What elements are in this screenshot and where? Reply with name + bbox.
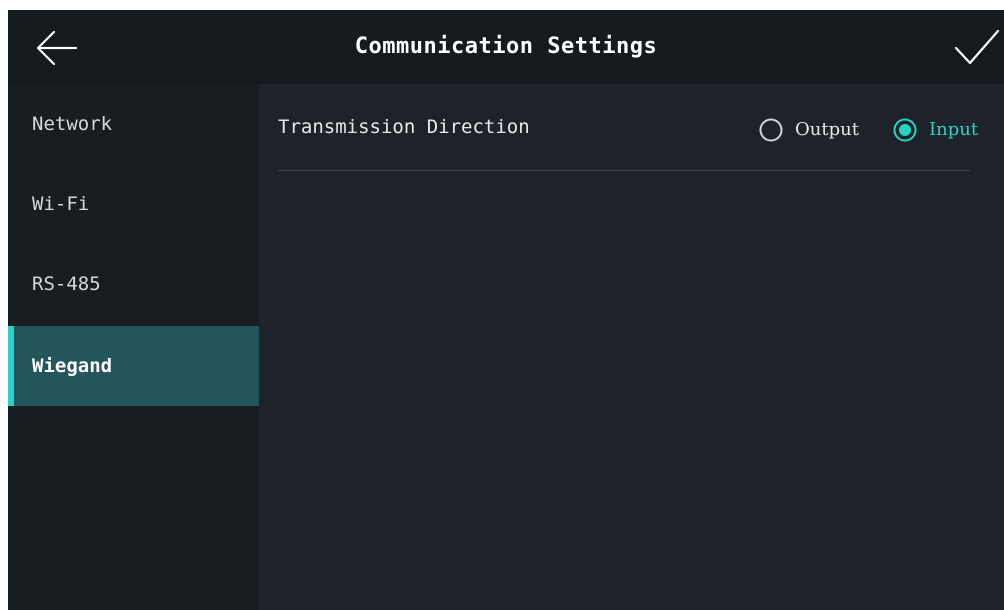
- output-radio-option[interactable]: Output: [759, 116, 884, 144]
- sidebar-item-label: Wi-Fi: [32, 193, 90, 215]
- settings-content: Transmission Direction Output Input: [259, 84, 1004, 610]
- sidebar-item-wifi[interactable]: Wi-Fi: [8, 164, 259, 244]
- sidebar-item-label: RS-485: [32, 273, 101, 295]
- title-bar: Communication Settings: [8, 10, 1004, 84]
- sidebar-item-label: Network: [32, 113, 113, 135]
- row-divider: [278, 170, 970, 171]
- arrow-left-icon: [36, 30, 78, 66]
- transmission-direction-row: Transmission Direction Output Input: [278, 84, 1004, 170]
- output-radio-label: Output: [795, 119, 859, 140]
- sidebar-item-network[interactable]: Network: [8, 84, 259, 164]
- radio-selected-icon: [893, 118, 917, 142]
- back-button[interactable]: [32, 28, 80, 68]
- confirm-button[interactable]: [952, 28, 1002, 68]
- page-title: Communication Settings: [354, 34, 658, 59]
- radio-unselected-icon: [759, 118, 783, 142]
- transmission-direction-label: Transmission Direction: [278, 116, 530, 138]
- input-radio-option[interactable]: Input: [893, 116, 1004, 144]
- sidebar-item-wiegand[interactable]: Wiegand: [8, 326, 259, 406]
- settings-sidebar: Network Wi-Fi RS-485 Wiegand: [8, 84, 259, 610]
- active-indicator-bar: [8, 326, 14, 406]
- sidebar-item-label: Wiegand: [32, 355, 113, 377]
- wiegand-settings-screen: Communication Settings Network Wi-Fi RS-…: [8, 10, 1004, 610]
- input-radio-label: Input: [929, 119, 979, 140]
- checkmark-icon: [954, 29, 1000, 65]
- sidebar-item-rs485[interactable]: RS-485: [8, 244, 259, 324]
